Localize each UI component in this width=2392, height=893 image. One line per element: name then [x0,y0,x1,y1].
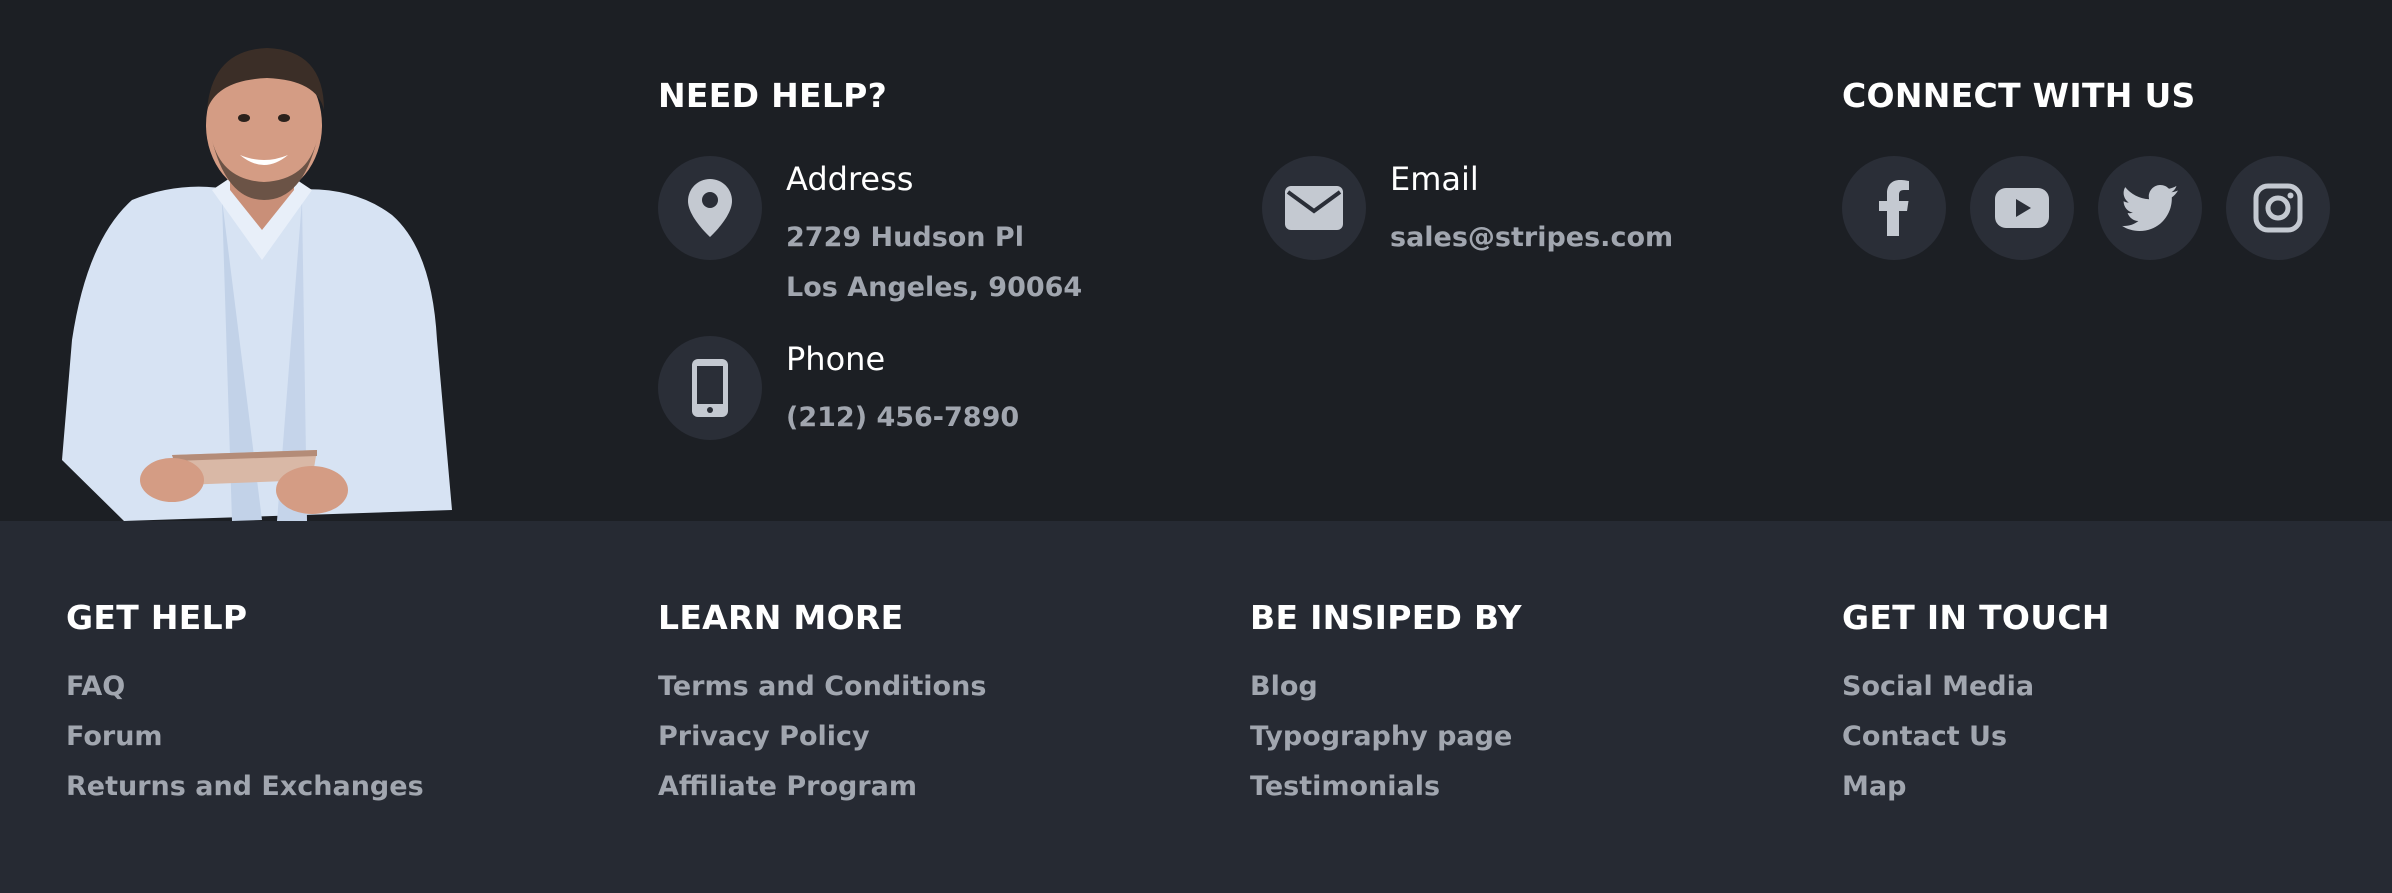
facebook-icon [1879,180,1909,236]
email-icon-circle [1262,156,1366,260]
map-marker-icon [688,179,732,237]
instagram-icon [2253,183,2303,233]
facebook-button[interactable] [1842,156,1946,260]
link-contact-us[interactable]: Contact Us [1842,721,2007,752]
need-help-heading: NEED HELP? [658,76,888,115]
link-testimonials[interactable]: Testimonials [1250,771,1440,802]
link-blog[interactable]: Blog [1250,671,1318,702]
link-typography[interactable]: Typography page [1250,721,1512,752]
link-faq[interactable]: FAQ [66,671,125,702]
person-illustration [62,48,452,521]
link-map[interactable]: Map [1842,771,1906,802]
link-affiliate[interactable]: Affiliate Program [658,771,917,802]
mobile-phone-icon [692,359,728,417]
connect-heading: CONNECT WITH US [1842,76,2196,115]
link-returns[interactable]: Returns and Exchanges [66,771,424,802]
address-line2: Los Angeles, 90064 [786,272,1083,303]
email-label: Email [1390,160,1479,198]
column-title-get-in-touch: GET IN TOUCH [1842,598,2110,637]
footer-bottom: GET HELP FAQ Forum Returns and Exchanges… [0,521,2392,893]
link-social-media[interactable]: Social Media [1842,671,2034,702]
address-icon-circle [658,156,762,260]
instagram-button[interactable] [2226,156,2330,260]
phone-icon-circle [658,336,762,440]
envelope-icon [1285,186,1343,230]
link-forum[interactable]: Forum [66,721,163,752]
youtube-icon [1995,188,2049,228]
phone-value[interactable]: (212) 456-7890 [786,402,1019,433]
column-title-get-help: GET HELP [66,598,248,637]
email-value[interactable]: sales@stripes.com [1390,222,1673,253]
phone-label: Phone [786,340,886,378]
address-label: Address [786,160,914,198]
link-privacy[interactable]: Privacy Policy [658,721,870,752]
twitter-icon [2122,185,2178,231]
youtube-button[interactable] [1970,156,2074,260]
link-terms[interactable]: Terms and Conditions [658,671,986,702]
footer-top: NEED HELP? Address 2729 Hudson Pl Los An… [0,0,2392,521]
twitter-button[interactable] [2098,156,2202,260]
address-line1: 2729 Hudson Pl [786,222,1024,253]
column-title-learn-more: LEARN MORE [658,598,904,637]
column-title-inspired-by: BE INSIPED BY [1250,598,1522,637]
